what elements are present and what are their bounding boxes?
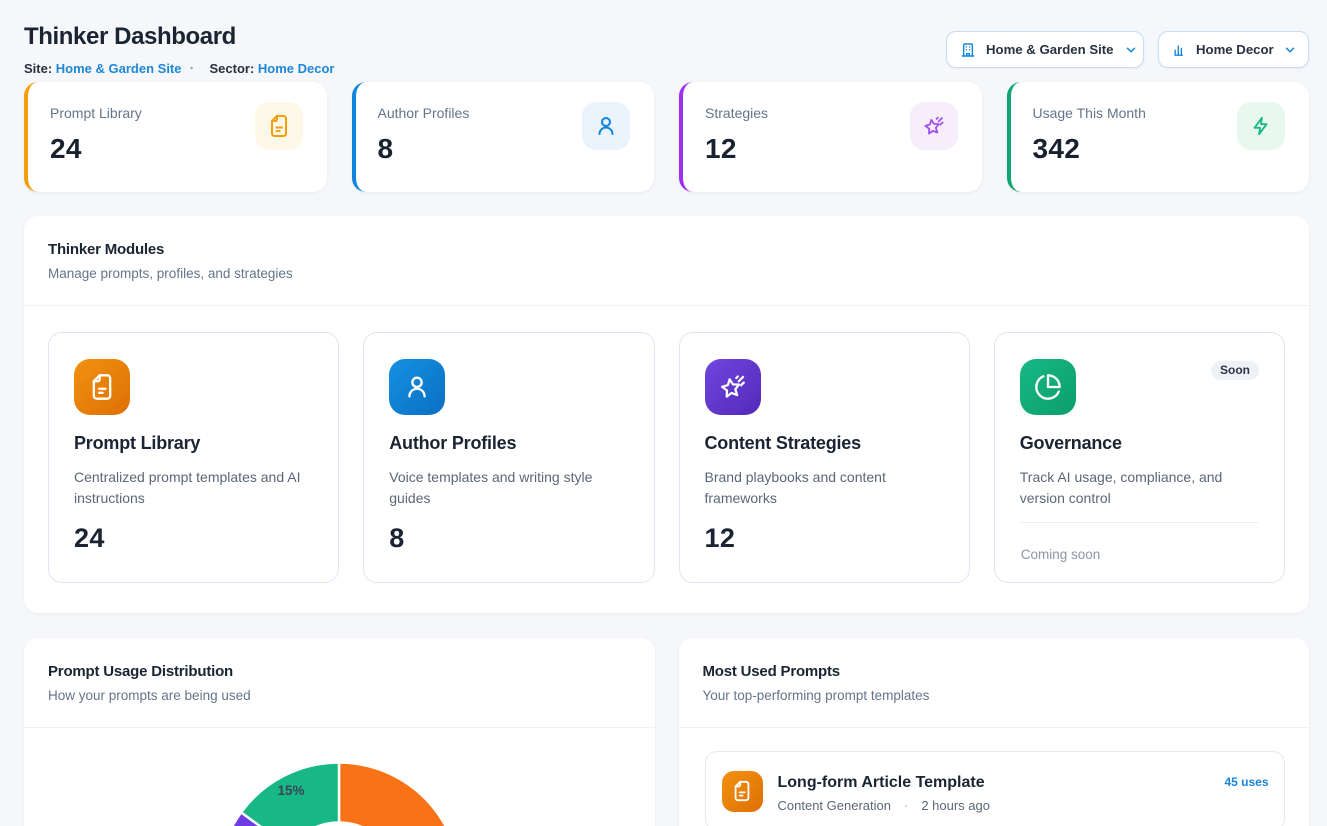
svg-text:15%: 15%: [277, 783, 304, 798]
